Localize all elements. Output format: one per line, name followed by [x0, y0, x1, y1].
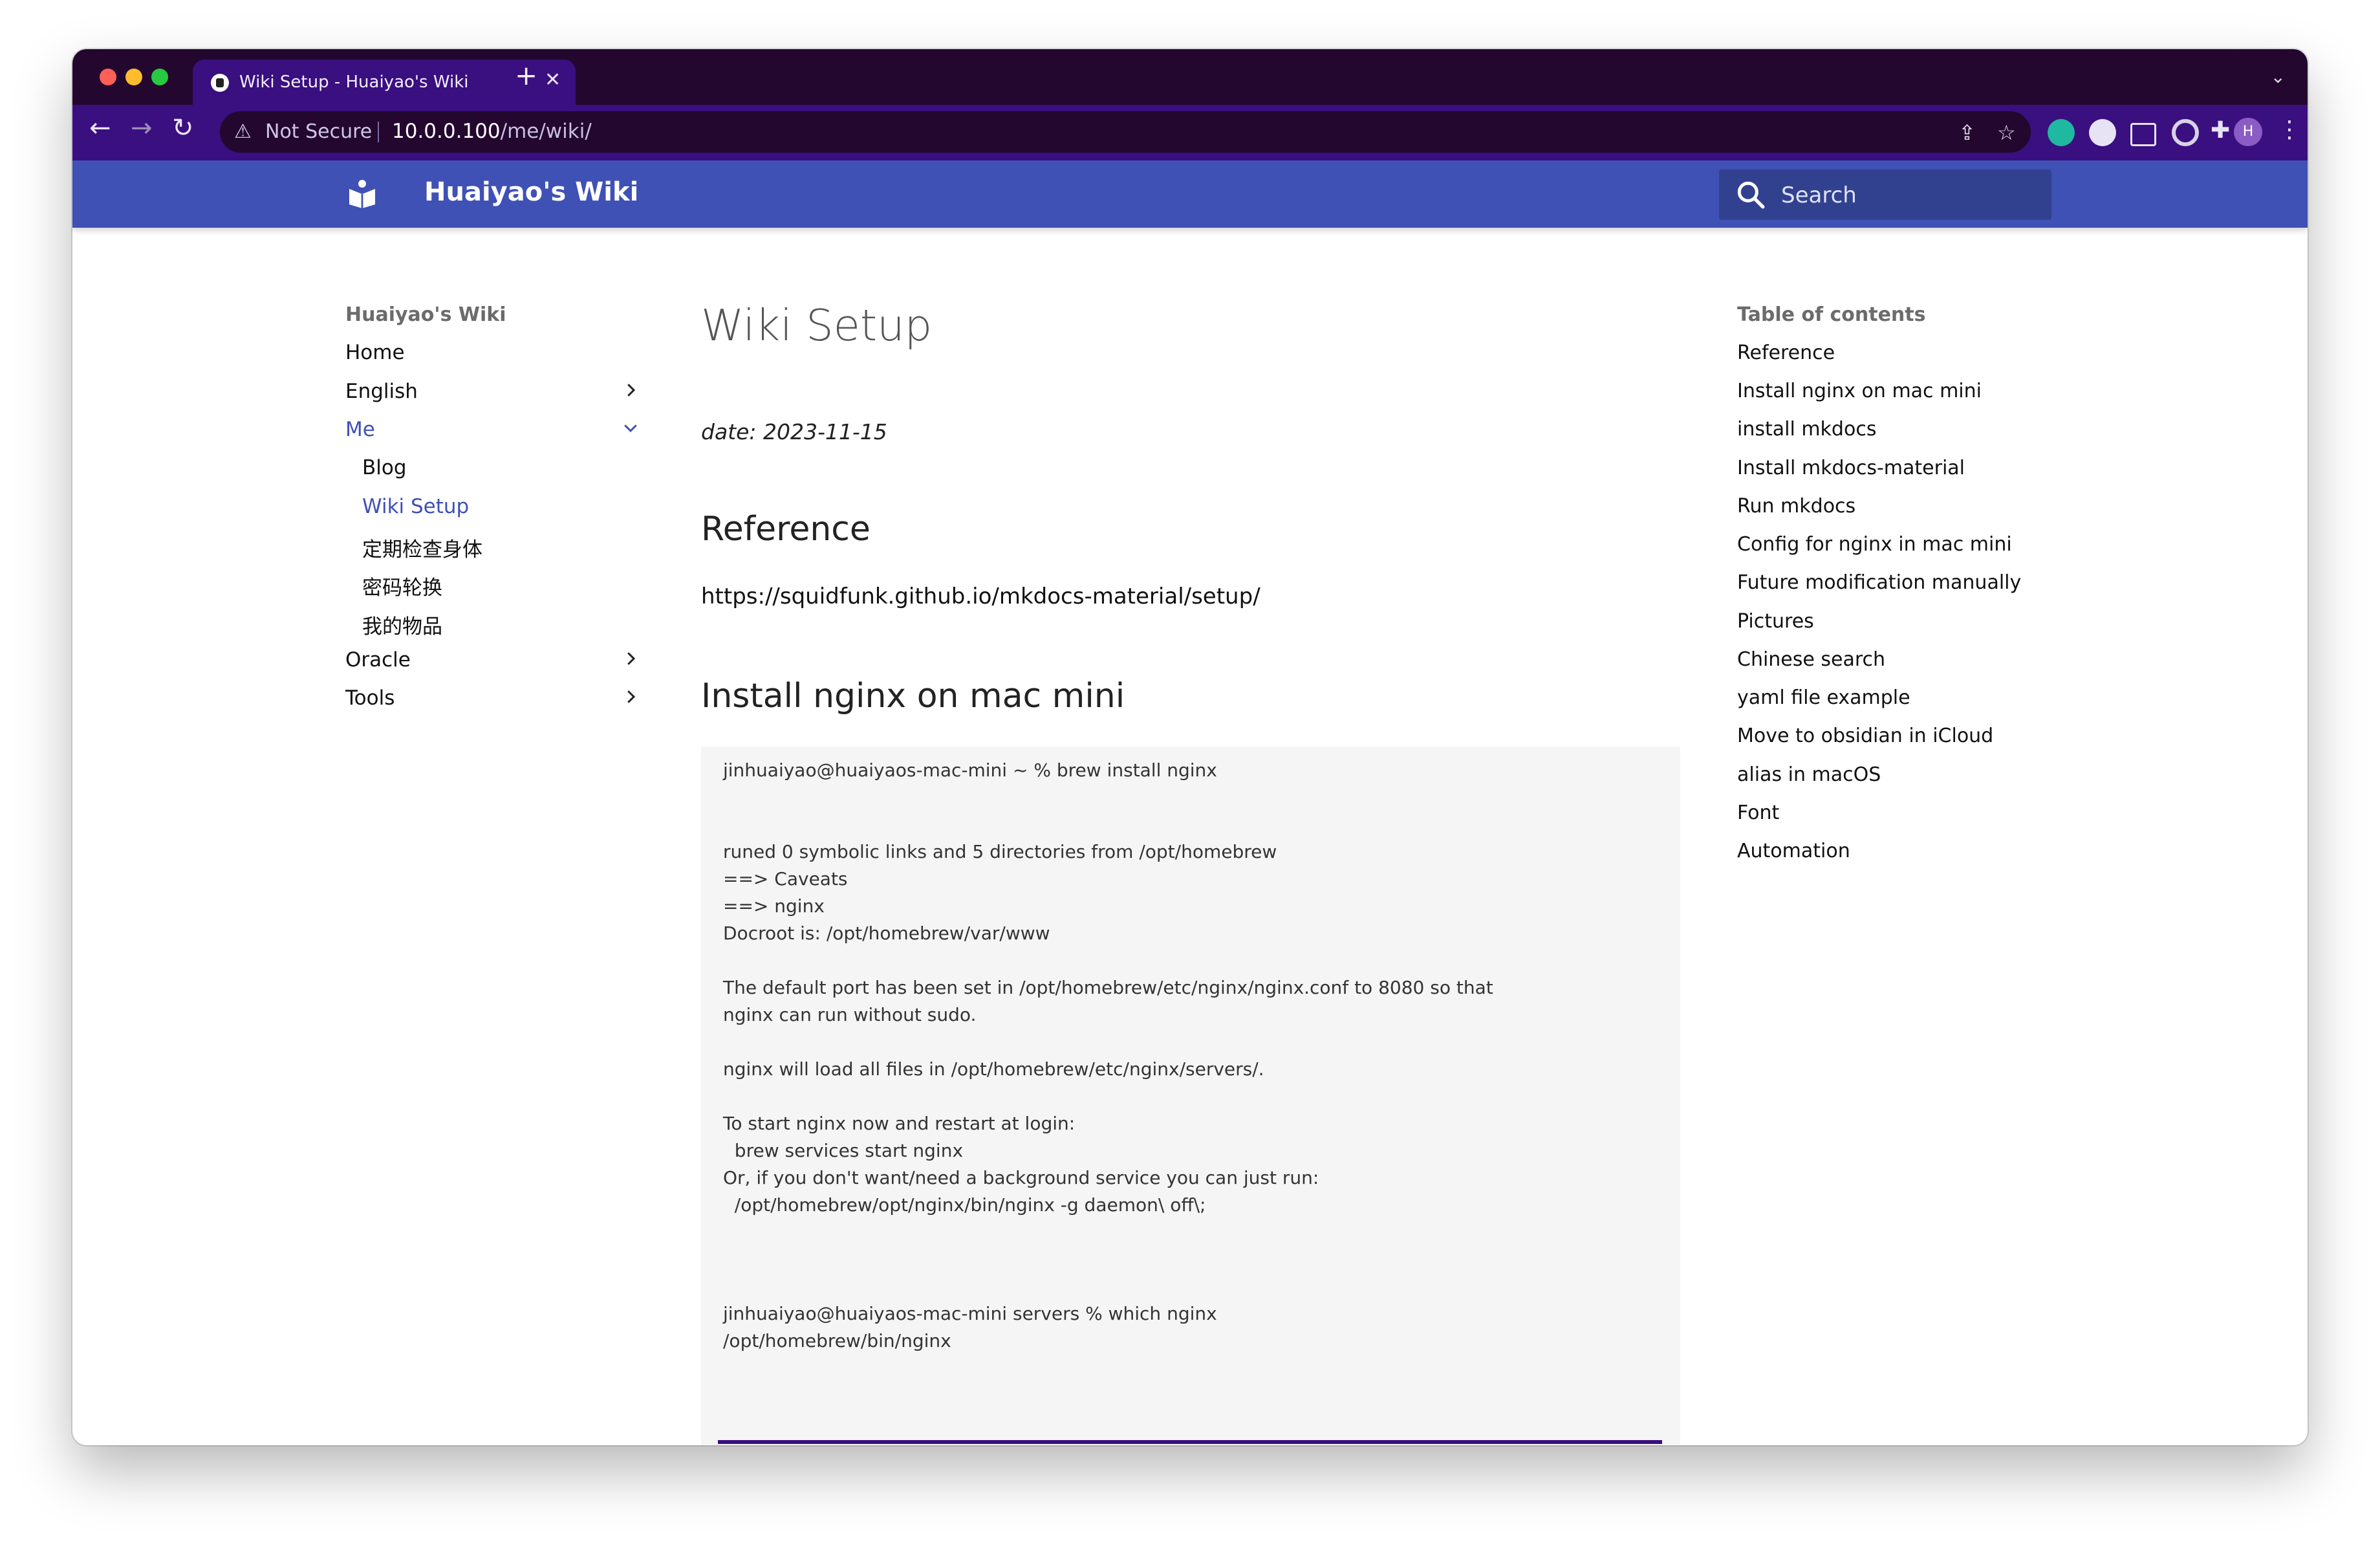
- new-tab-button[interactable]: +: [515, 62, 537, 89]
- browser-window: Wiki Setup - Huaiyao's Wiki ✕ + ⌄ ← → ↻ …: [72, 49, 2308, 1445]
- toc-item[interactable]: Config for nginx in mac mini: [1737, 533, 2012, 556]
- reload-icon[interactable]: ↻: [172, 115, 194, 141]
- chevron-right-icon[interactable]: [621, 380, 640, 400]
- chevron-right-icon[interactable]: [621, 687, 640, 706]
- nav-item-tools[interactable]: Tools: [345, 686, 395, 710]
- nav-item-english[interactable]: English: [345, 380, 418, 403]
- code-block: jinhuaiyao@huaiyaos-mac-mini ~ % brew in…: [701, 747, 1680, 1445]
- reader-icon[interactable]: [2130, 123, 2156, 146]
- toc-item[interactable]: Run mkdocs: [1737, 495, 1855, 518]
- toc-item[interactable]: alias in macOS: [1737, 763, 1881, 786]
- code-line: ==> Caveats: [723, 868, 848, 890]
- share-icon[interactable]: ⇪: [1958, 120, 1976, 145]
- nav-item-oracle[interactable]: Oracle: [345, 648, 411, 672]
- nav-item-my-items[interactable]: 我的物品: [362, 610, 442, 639]
- minimize-window-button[interactable]: [125, 69, 142, 85]
- code-line: nginx will load all files in /opt/homebr…: [723, 1058, 1264, 1080]
- address-bar[interactable]: ⚠ Not Secure 10.0.0.100/me/wiki/ ⇪ ☆: [220, 111, 2031, 153]
- toc-item[interactable]: yaml file example: [1737, 686, 1910, 709]
- code-line: /opt/homebrew/opt/nginx/bin/nginx -g dae…: [723, 1194, 1206, 1216]
- code-line: jinhuaiyao@huaiyaos-mac-mini ~ % brew in…: [723, 760, 1217, 781]
- divider: [378, 122, 379, 142]
- tab-search-chevron-icon[interactable]: ⌄: [2271, 66, 2286, 87]
- code-line: The default port has been set in /opt/ho…: [723, 977, 1493, 998]
- browser-toolbar: ← → ↻ ⚠ Not Secure 10.0.0.100/me/wiki/ ⇪…: [72, 105, 2308, 160]
- code-line: brew services start nginx: [723, 1140, 964, 1161]
- toc-item[interactable]: Install nginx on mac mini: [1737, 380, 1982, 402]
- search-box[interactable]: [1719, 169, 2051, 220]
- page-title: Wiki Setup: [701, 300, 933, 351]
- nav-item-wiki-setup[interactable]: Wiki Setup: [362, 495, 469, 518]
- code-line: ==> nginx: [723, 895, 825, 917]
- tab-strip: Wiki Setup - Huaiyao's Wiki ✕ + ⌄: [72, 49, 2308, 105]
- warning-icon: ⚠: [234, 120, 252, 143]
- code-line: Docroot is: /opt/homebrew/var/www: [723, 923, 1050, 944]
- post-date: date: 2023-11-15: [701, 419, 887, 444]
- kebab-menu-icon[interactable]: ⋮: [2278, 116, 2301, 143]
- search-input[interactable]: [1780, 179, 2041, 212]
- toc-item[interactable]: Move to obsidian in iCloud: [1737, 725, 1993, 747]
- code-line: Or, if you don't want/need a background …: [723, 1167, 1319, 1188]
- toc-item[interactable]: install mkdocs: [1737, 418, 1876, 441]
- heading-reference: Reference: [701, 510, 871, 549]
- extensions-icon[interactable]: ✚: [2211, 119, 2230, 142]
- zoom-window-button[interactable]: [151, 69, 168, 85]
- code-line: jinhuaiyao@huaiyaos-mac-mini servers % w…: [723, 1303, 1217, 1324]
- close-window-button[interactable]: [100, 69, 116, 85]
- url-host: 10.0.0.100: [392, 120, 501, 143]
- code-line: /opt/homebrew/bin/nginx: [723, 1330, 951, 1351]
- not-secure-label: Not Secure: [265, 120, 373, 143]
- reference-link[interactable]: https://squidfunk.github.io/mkdocs-mater…: [701, 584, 1260, 609]
- nav-item-home[interactable]: Home: [345, 341, 405, 364]
- nav-item-health-check[interactable]: 定期检查身体: [362, 533, 482, 562]
- heading-install-nginx: Install nginx on mac mini: [701, 677, 1125, 716]
- extension-icon[interactable]: [2089, 119, 2116, 146]
- chevron-down-icon[interactable]: [621, 418, 640, 437]
- back-arrow-icon[interactable]: ←: [89, 115, 111, 141]
- site-header: Huaiyao's Wiki: [72, 160, 2308, 228]
- favicon-icon: [211, 74, 229, 92]
- nav-item-blog[interactable]: Blog: [362, 456, 407, 479]
- toc-item[interactable]: Future modification manually: [1737, 571, 2021, 594]
- toc-title: Table of contents: [1737, 303, 1926, 326]
- book-logo-icon[interactable]: [347, 179, 378, 210]
- nav-item-password-rotation[interactable]: 密码轮换: [362, 571, 442, 600]
- toc-item[interactable]: Chinese search: [1737, 648, 1885, 671]
- chevron-right-icon[interactable]: [621, 649, 640, 668]
- profile-avatar[interactable]: H: [2234, 118, 2262, 146]
- toc-item[interactable]: Font: [1737, 802, 1779, 824]
- toc-item[interactable]: Reference: [1737, 342, 1835, 364]
- site-title[interactable]: Huaiyao's Wiki: [424, 177, 638, 207]
- toc-item[interactable]: Automation: [1737, 840, 1850, 862]
- nav-item-me[interactable]: Me: [345, 418, 375, 441]
- url-path: /me/wiki/: [500, 120, 592, 143]
- code-line: nginx can run without sudo.: [723, 1004, 977, 1025]
- url-text[interactable]: 10.0.0.100/me/wiki/: [392, 120, 592, 143]
- toc-item[interactable]: Pictures: [1737, 610, 1814, 633]
- section-divider: [718, 1440, 1662, 1444]
- star-icon[interactable]: ☆: [1997, 120, 2016, 145]
- tab-title: Wiki Setup - Huaiyao's Wiki: [239, 72, 469, 92]
- toc-item[interactable]: Install mkdocs-material: [1737, 457, 1965, 479]
- nav-title: Huaiyao's Wiki: [345, 303, 506, 326]
- search-icon: [1737, 181, 1765, 209]
- forward-arrow-icon[interactable]: →: [131, 115, 153, 141]
- tab-close-icon[interactable]: ✕: [545, 69, 561, 91]
- extension-icon[interactable]: [2048, 119, 2075, 146]
- code-line: runed 0 symbolic links and 5 directories…: [723, 841, 1277, 862]
- code-line: To start nginx now and restart at login:: [723, 1113, 1076, 1134]
